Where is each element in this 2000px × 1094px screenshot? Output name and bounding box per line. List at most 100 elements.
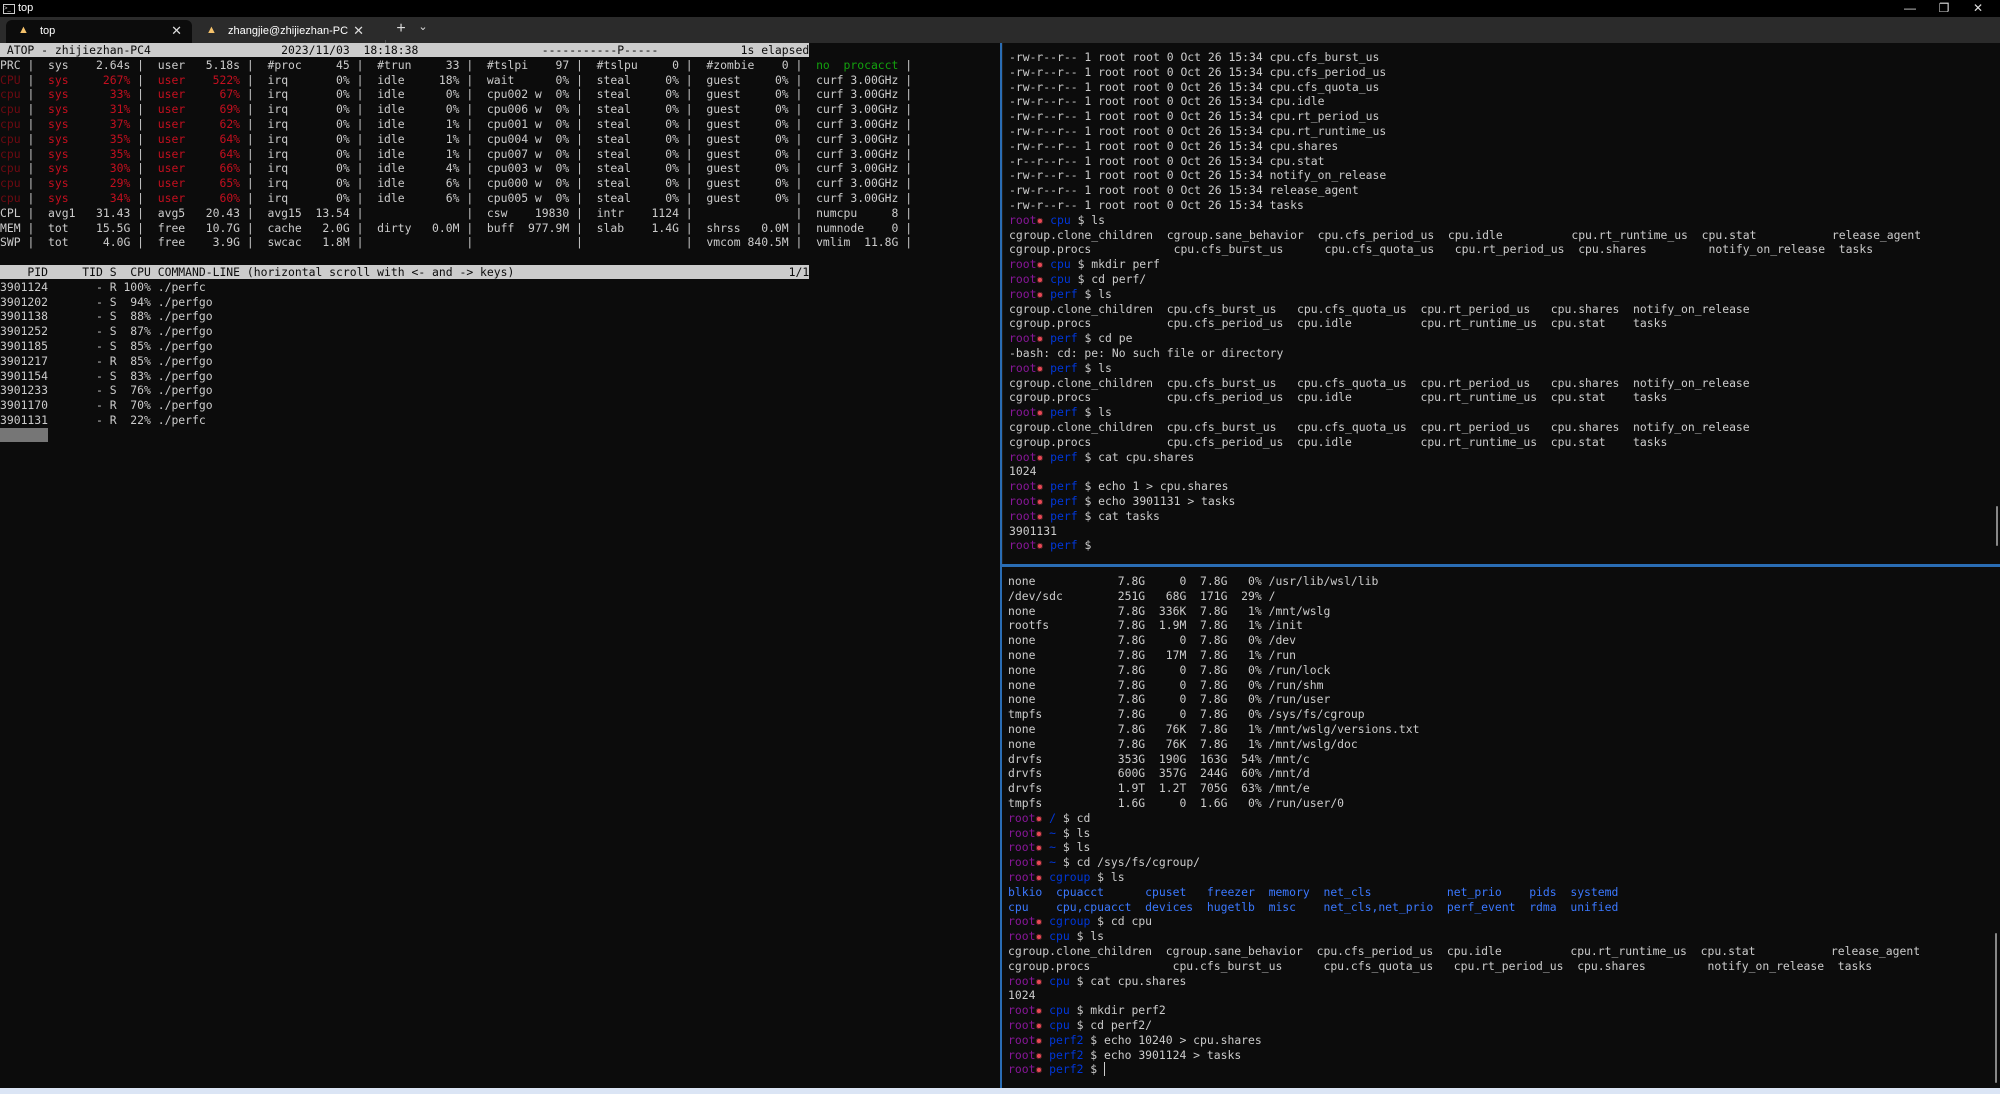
atop-row-label: cpu bbox=[0, 146, 28, 161]
close-tab-icon[interactable]: ✕ bbox=[171, 23, 182, 39]
new-tab-button[interactable]: + bbox=[390, 20, 412, 40]
prompt-line: root✹ cpu $ mkdir perf bbox=[1009, 257, 1160, 272]
crab-icon: ✹ bbox=[1035, 1062, 1043, 1077]
atop-row-label: SWP bbox=[0, 235, 28, 250]
tab-label: zhangjie@zhijiezhan-PC4:~/pe bbox=[228, 25, 348, 37]
terminal-pane-bottom-right[interactable]: none 7.8G 0 7.8G 0% /usr/lib/wsl/lib /de… bbox=[1002, 568, 2000, 1088]
tab-top[interactable]: ▲ top ✕ bbox=[6, 20, 192, 43]
prompt-user: root bbox=[1009, 479, 1037, 494]
crab-icon: ✹ bbox=[1035, 869, 1043, 884]
process-row[interactable]: 3901170 - R 70% ./perfgo bbox=[0, 398, 213, 412]
prompt-dir: cpu bbox=[1049, 929, 1070, 944]
close-window-button[interactable]: ✕ bbox=[1962, 0, 1994, 17]
output-line: none 7.8G 76K 7.8G 1% /mnt/wslg/versions… bbox=[1008, 721, 1420, 736]
output-line: tmpfs 1.6G 0 1.6G 0% /run/user/0 bbox=[1008, 795, 1345, 810]
output-line: cgroup.procs cpu.cfs_period_us cpu.idle … bbox=[1009, 316, 1668, 331]
output-line: drvfs 1.9T 1.2T 705G 63% /mnt/e bbox=[1008, 781, 1310, 796]
atop-row: CPL | avg1 31.43 | avg5 20.43 | avg15 13… bbox=[0, 205, 913, 220]
prompt-user: root bbox=[1008, 1003, 1036, 1018]
output-line: drvfs 353G 190G 163G 54% /mnt/c bbox=[1008, 751, 1310, 766]
process-row[interactable]: 3901124 - R 100% ./perfc bbox=[0, 280, 206, 294]
prompt-dir: perf bbox=[1050, 405, 1078, 420]
maximize-button[interactable]: ❐ bbox=[1928, 0, 1960, 17]
terminal-pane-atop[interactable]: ATOP - zhijiezhan-PC4 2023/11/03 18:18:3… bbox=[0, 43, 1000, 1088]
output-line: -rw-r--r-- 1 root root 0 Oct 26 15:34 ta… bbox=[1009, 197, 1304, 212]
atop-row-label: cpu bbox=[0, 190, 28, 205]
scrollbar-thumb[interactable] bbox=[1995, 933, 1997, 1083]
scrollbar-thumb[interactable] bbox=[1996, 506, 1998, 546]
output-line: rootfs 7.8G 1.9M 7.8G 1% /init bbox=[1008, 618, 1303, 633]
minimize-button[interactable]: — bbox=[1894, 0, 1926, 17]
crab-icon: ✹ bbox=[1035, 1047, 1043, 1062]
atop-row-label: PRC bbox=[0, 57, 28, 72]
prompt-line: root✹ ~ $ ls bbox=[1008, 840, 1091, 855]
prompt-user: root bbox=[1008, 810, 1036, 825]
output-line: -rw-r--r-- 1 root root 0 Oct 26 15:34 cp… bbox=[1009, 50, 1380, 64]
prompt-user: root bbox=[1009, 449, 1037, 464]
prompt-line: root✹ cgroup $ ls bbox=[1008, 869, 1125, 884]
process-row[interactable]: 3901154 - S 83% ./perfgo bbox=[0, 369, 213, 383]
atop-row-label: cpu bbox=[0, 102, 28, 117]
process-row[interactable]: 3901233 - S 76% ./perfgo bbox=[0, 383, 213, 397]
atop-row: SWP | tot 4.0G | free 3.9G | swcac 1.8M … bbox=[0, 235, 913, 250]
process-row[interactable]: 3901138 - S 88% ./perfgo bbox=[0, 309, 213, 323]
prompt-user: root bbox=[1009, 331, 1037, 346]
prompt-user: root bbox=[1009, 405, 1037, 420]
crab-icon: ✹ bbox=[1035, 914, 1043, 929]
prompt-user: root bbox=[1008, 1032, 1036, 1047]
output-line: -rw-r--r-- 1 root root 0 Oct 26 15:34 cp… bbox=[1009, 109, 1380, 124]
crab-icon: ✹ bbox=[1036, 286, 1044, 301]
prompt-user: root bbox=[1008, 1017, 1036, 1032]
prompt-dir: perf2 bbox=[1049, 1047, 1084, 1062]
atop-row: cpu | sys 31% | user 69% | irq 0% | idle… bbox=[0, 102, 913, 117]
prompt-dir: ~ bbox=[1049, 825, 1057, 840]
crab-icon: ✹ bbox=[1035, 1017, 1043, 1032]
linux-penguin-icon: ▲ bbox=[18, 24, 29, 36]
process-row[interactable]: 3901252 - S 87% ./perfgo bbox=[0, 324, 213, 338]
crab-icon: ✹ bbox=[1036, 508, 1044, 523]
atop-row: cpu | sys 37% | user 62% | irq 0% | idle… bbox=[0, 116, 913, 131]
output-line: -rw-r--r-- 1 root root 0 Oct 26 15:34 cp… bbox=[1009, 94, 1325, 109]
crab-icon: ✹ bbox=[1036, 449, 1044, 464]
tab-dropdown-button[interactable]: ⌄ bbox=[414, 20, 432, 40]
process-row[interactable]: 3901131 - R 22% ./perfc bbox=[0, 413, 206, 427]
terminal-pane-top-right[interactable]: -rw-r--r-- 1 root root 0 Oct 26 15:34 cp… bbox=[1002, 43, 2000, 564]
prompt-line: root✹ ~ $ cd /sys/fs/cgroup/ bbox=[1008, 855, 1201, 870]
tab-zhangjie[interactable]: ▲ zhangjie@zhijiezhan-PC4:~/pe ✕ bbox=[194, 20, 374, 43]
prompt-dir: perf bbox=[1050, 538, 1078, 553]
directory-listing: blkio cpuacct cpuset freezer memory net_… bbox=[1008, 884, 1619, 899]
atop-row-label: CPU bbox=[0, 72, 28, 87]
crab-icon: ✹ bbox=[1035, 825, 1043, 840]
atop-row: PRC | sys 2.64s | user 5.18s | #proc 45 … bbox=[0, 57, 913, 72]
output-line: none 7.8G 0 7.8G 0% /run/lock bbox=[1008, 662, 1331, 677]
prompt-user: root bbox=[1008, 825, 1036, 840]
prompt-user: root bbox=[1009, 508, 1037, 523]
atop-row: MEM | tot 15.5G | free 10.7G | cache 2.0… bbox=[0, 220, 913, 235]
prompt-line: root✹ perf $ echo 3901131 > tasks bbox=[1009, 493, 1236, 508]
prompt-dir: perf bbox=[1050, 360, 1078, 375]
crab-icon: ✹ bbox=[1036, 493, 1044, 508]
atop-header-bar: ATOP - zhijiezhan-PC4 2023/11/03 18:18:3… bbox=[0, 43, 810, 57]
prompt-dir: cpu bbox=[1050, 271, 1071, 286]
output-line: 1024 bbox=[1008, 988, 1036, 1003]
terminal-app-icon: >_ bbox=[3, 4, 15, 14]
prompt-line: root✹ perf $ ls bbox=[1009, 360, 1112, 375]
output-line: none 7.8G 0 7.8G 0% /usr/lib/wsl/lib bbox=[1008, 574, 1379, 588]
output-line: cgroup.clone_children cpu.cfs_burst_us c… bbox=[1009, 375, 1750, 390]
atop-row-label: cpu bbox=[0, 87, 28, 102]
close-tab-icon[interactable]: ✕ bbox=[353, 23, 364, 39]
prompt-dir: cpu bbox=[1049, 1017, 1070, 1032]
output-line: cgroup.clone_children cgroup.sane_behavi… bbox=[1009, 227, 1922, 242]
prompt-line: root✹ cgroup $ cd cpu bbox=[1008, 914, 1153, 929]
process-row[interactable]: 3901185 - S 85% ./perfgo bbox=[0, 339, 213, 353]
output-line: tmpfs 7.8G 0 7.8G 0% /sys/fs/cgroup bbox=[1008, 707, 1365, 722]
crab-icon: ✹ bbox=[1035, 973, 1043, 988]
prompt-line: root✹ perf $ ls bbox=[1009, 286, 1112, 301]
process-row[interactable]: 3901202 - S 94% ./perfgo bbox=[0, 295, 213, 309]
prompt-line: root✹ cpu $ cat cpu.shares bbox=[1008, 973, 1187, 988]
prompt-dir: / bbox=[1049, 810, 1057, 825]
output-line: cgroup.clone_children cpu.cfs_burst_us c… bbox=[1009, 301, 1750, 316]
process-row[interactable]: 3901217 - R 85% ./perfgo bbox=[0, 354, 213, 368]
pane-divider-horizontal[interactable] bbox=[1002, 564, 2000, 567]
crab-icon: ✹ bbox=[1035, 1032, 1043, 1047]
